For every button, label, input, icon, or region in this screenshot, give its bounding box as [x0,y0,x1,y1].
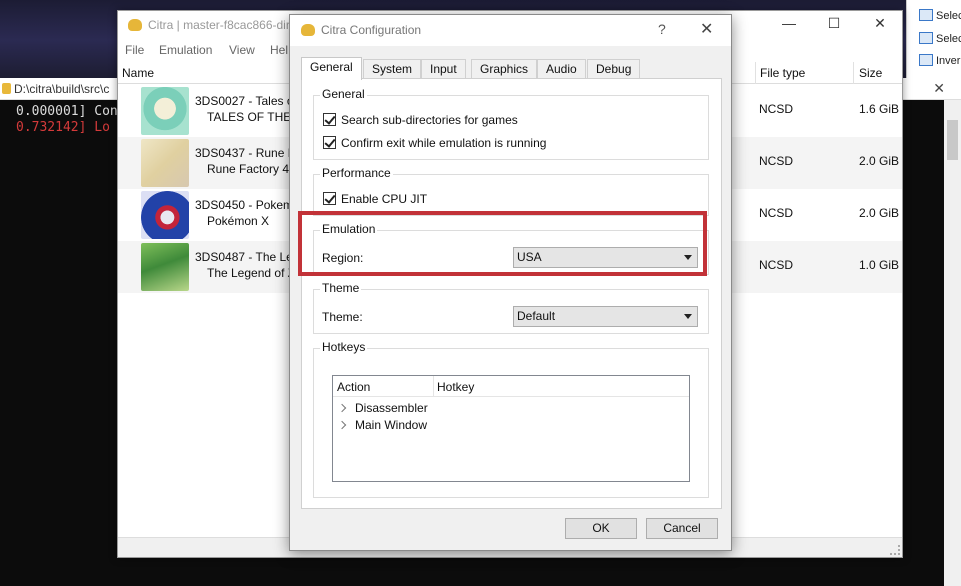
dialog-close-button[interactable]: ✕ [700,19,713,39]
invert-selection-icon [919,54,933,66]
ribbon-select-none[interactable]: Selec [919,32,961,45]
dropdown-arrow-icon [684,255,692,260]
group-title: General [320,87,367,101]
tab-general[interactable]: General [301,57,362,80]
tab-input[interactable]: Input [421,59,466,79]
general-tab-panel: General Search sub-directories for games… [301,78,722,509]
configuration-dialog: Citra Configuration ? ✕ General System I… [289,14,732,551]
tab-graphics[interactable]: Graphics [471,59,538,79]
tree-item-main-window[interactable]: Main Window [337,418,427,432]
console-close-button[interactable]: ✕ [933,80,945,97]
checkbox-checked-icon[interactable] [323,192,336,205]
general-group: General Search sub-directories for games… [313,87,709,160]
column-separator [755,62,756,84]
cpu-jit-checkbox[interactable]: Enable CPU JIT [323,192,427,206]
checkbox-checked-icon[interactable] [323,136,336,149]
minimize-button[interactable]: — [774,15,804,31]
maximize-button[interactable]: ☐ [819,15,849,32]
checkbox-checked-icon[interactable] [323,113,336,126]
performance-group: Performance Enable CPU JIT [313,166,709,216]
theme-group: Theme Theme: Default [313,281,709,334]
explorer-ribbon: Selec Selec Inver [906,0,961,78]
confirm-exit-checkbox[interactable]: Confirm exit while emulation is running [323,136,546,150]
resize-grip[interactable] [890,545,900,555]
console-path: D:\citra\build\src\c [14,82,110,96]
console-line: 0.000001] Con [16,104,118,119]
citra-window-title: Citra | master-f8cac866-dirt [148,18,294,32]
citra-lemon-icon [128,19,142,31]
theme-label: Theme: [322,310,363,324]
citra-close-button[interactable]: ✕ [865,15,895,32]
console-scrollbar[interactable] [944,100,961,586]
group-title: Performance [320,166,393,180]
column-separator [853,62,854,84]
console-output: 0.000001] Con 0.732142] Lo [16,104,118,136]
tree-item-disassembler[interactable]: Disassembler [337,401,428,415]
console-scroll-thumb[interactable] [947,120,958,160]
group-title: Hotkeys [320,340,368,354]
ribbon-select-all[interactable]: Selec [919,9,961,22]
column-hotkey[interactable]: Hotkey [437,380,474,394]
game-icon-rune-factory [141,139,189,187]
chevron-right-icon[interactable] [337,403,347,413]
tab-debug[interactable]: Debug [587,59,641,79]
theme-select[interactable]: Default [513,306,698,327]
game-icon-tales [141,87,189,135]
dialog-titlebar: Citra Configuration ? ✕ [290,15,731,46]
dropdown-arrow-icon [684,314,692,319]
dialog-title: Citra Configuration [321,23,422,37]
search-subdirs-checkbox[interactable]: Search sub-directories for games [323,113,518,127]
menu-view[interactable]: View [229,43,255,57]
column-size[interactable]: Size [859,66,882,80]
hotkeys-tree[interactable]: Action Hotkey Disassembler Main Window [332,375,690,482]
tab-audio[interactable]: Audio [537,59,586,79]
select-none-icon [919,32,933,44]
column-file-type[interactable]: File type [760,66,805,80]
region-label: Region: [322,251,364,265]
chevron-right-icon[interactable] [337,420,347,430]
cancel-button[interactable]: Cancel [646,518,718,539]
menu-emulation[interactable]: Emulation [159,43,212,57]
column-separator [433,376,434,397]
hotkeys-group: Hotkeys Action Hotkey Disassembler Main … [313,340,709,498]
column-name[interactable]: Name [122,66,154,80]
console-app-icon [2,83,11,94]
menu-help[interactable]: Hel [270,43,288,57]
group-title: Emulation [320,222,378,236]
group-title: Theme [320,281,362,295]
help-button[interactable]: ? [658,21,666,37]
tab-system[interactable]: System [363,59,422,79]
select-all-icon [919,9,933,21]
citra-lemon-icon [301,24,315,36]
ok-button[interactable]: OK [565,518,637,539]
column-action[interactable]: Action [337,380,370,394]
ribbon-invert-selection[interactable]: Inver [919,54,960,67]
game-icon-pokemon [141,191,189,239]
region-select[interactable]: USA [513,247,698,268]
emulation-group: Emulation Region: USA [313,222,709,275]
hotkeys-tree-header: Action Hotkey [333,376,689,397]
console-line-error: 0.732142] Lo [16,120,110,135]
menu-file[interactable]: File [125,43,144,57]
game-icon-zelda [141,243,189,291]
